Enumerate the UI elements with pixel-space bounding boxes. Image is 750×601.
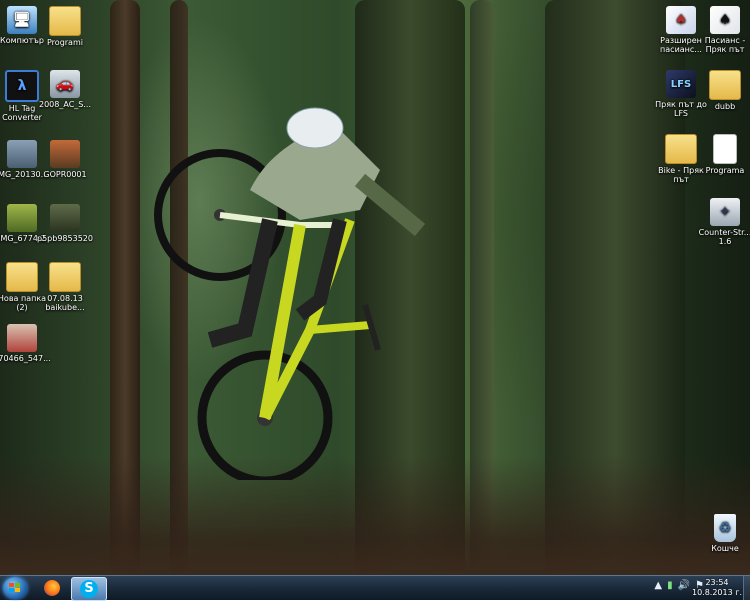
desktop-icon-label: GOPR0001	[43, 170, 87, 179]
skype-icon: S	[80, 580, 98, 598]
folder-icon	[49, 6, 81, 36]
desktop-icon-gopr0001[interactable]: GOPR0001	[34, 140, 96, 179]
taskbar-skype-button[interactable]: S	[71, 577, 107, 601]
windows-logo-icon	[9, 583, 21, 593]
image-file-icon	[7, 204, 37, 232]
image-file-icon	[50, 204, 80, 232]
folder-shortcut-icon	[665, 134, 697, 164]
folder-icon	[49, 262, 81, 292]
desktop-icon-label: Counter-Str... 1.6	[698, 228, 750, 246]
show-hidden-icons-arrow[interactable]: ▲	[654, 580, 662, 591]
image-file-icon	[7, 140, 37, 168]
clock[interactable]: 23:54 10.8.2013 г.	[692, 578, 742, 598]
desktop-icon-label: Пасианс - Пряк път	[704, 36, 746, 54]
desktop-icon-970466[interactable]: 970466_547...	[0, 324, 53, 363]
desktop-icon-label: 970466_547...	[0, 354, 51, 363]
folder-icon	[709, 70, 741, 100]
desktop-icon-label: 07.08.13 baikube...	[45, 294, 85, 312]
mountain-bike-rider-image	[154, 107, 426, 480]
desktop-icon-label: Кошче	[711, 544, 739, 553]
start-button[interactable]	[3, 577, 27, 599]
firefox-icon	[44, 580, 60, 596]
recycle-bin-icon: ♻	[714, 514, 736, 542]
lfs-game-icon: LFS	[666, 70, 696, 98]
desktop-icon-label: 2008_AC_S...	[39, 100, 91, 109]
taskbar: S ▲ ▮ 🔊 ⚑ 23:54 10.8.2013 г.	[0, 575, 750, 601]
desktop-icon-programa[interactable]: Programa	[694, 134, 750, 175]
taskbar-firefox-button[interactable]	[35, 577, 69, 599]
network-icon[interactable]: ▮	[667, 580, 673, 591]
desktop-icon-p5pb[interactable]: p5pb9853520	[34, 204, 96, 243]
desktop-icon-07-08-13[interactable]: 07.08.13 baikube...	[34, 262, 96, 312]
desktop-icon-solitaire[interactable]: ♠ Пасианс - Пряк път	[694, 6, 750, 54]
desktop-icon-label: dubb	[714, 102, 736, 111]
desktop-icon-recycle-bin[interactable]: ♻ Кошче	[694, 514, 750, 553]
clock-date: 10.8.2013 г.	[691, 588, 742, 597]
desktop-icon-label: Programi	[47, 38, 83, 47]
desktop-icon-counter-strike[interactable]: ✦ Counter-Str... 1.6	[694, 198, 750, 246]
desktop-icon-label: Programa	[705, 166, 745, 175]
show-desktop-button[interactable]	[743, 576, 750, 600]
cards-game-icon: ♠	[666, 6, 696, 34]
clock-time: 23:54	[705, 578, 729, 587]
computer-icon: 🖥	[7, 6, 37, 34]
counter-strike-icon: ✦	[710, 198, 740, 226]
image-file-icon	[50, 140, 80, 168]
desktop-icon-dubb[interactable]: dubb	[694, 70, 750, 111]
cards-game-icon: ♠	[710, 6, 740, 34]
desktop-icon-programi[interactable]: Programi	[34, 6, 96, 47]
desktop-icon-label: p5pb9853520	[37, 234, 93, 243]
desktop-wallpaper	[0, 0, 750, 576]
image-file-icon	[7, 324, 37, 352]
volume-icon[interactable]: 🔊	[678, 580, 690, 591]
desktop-icon-2008-ac[interactable]: 🚗 2008_AC_S...	[34, 70, 96, 109]
image-file-icon: 🚗	[50, 70, 80, 98]
document-icon	[713, 134, 737, 164]
